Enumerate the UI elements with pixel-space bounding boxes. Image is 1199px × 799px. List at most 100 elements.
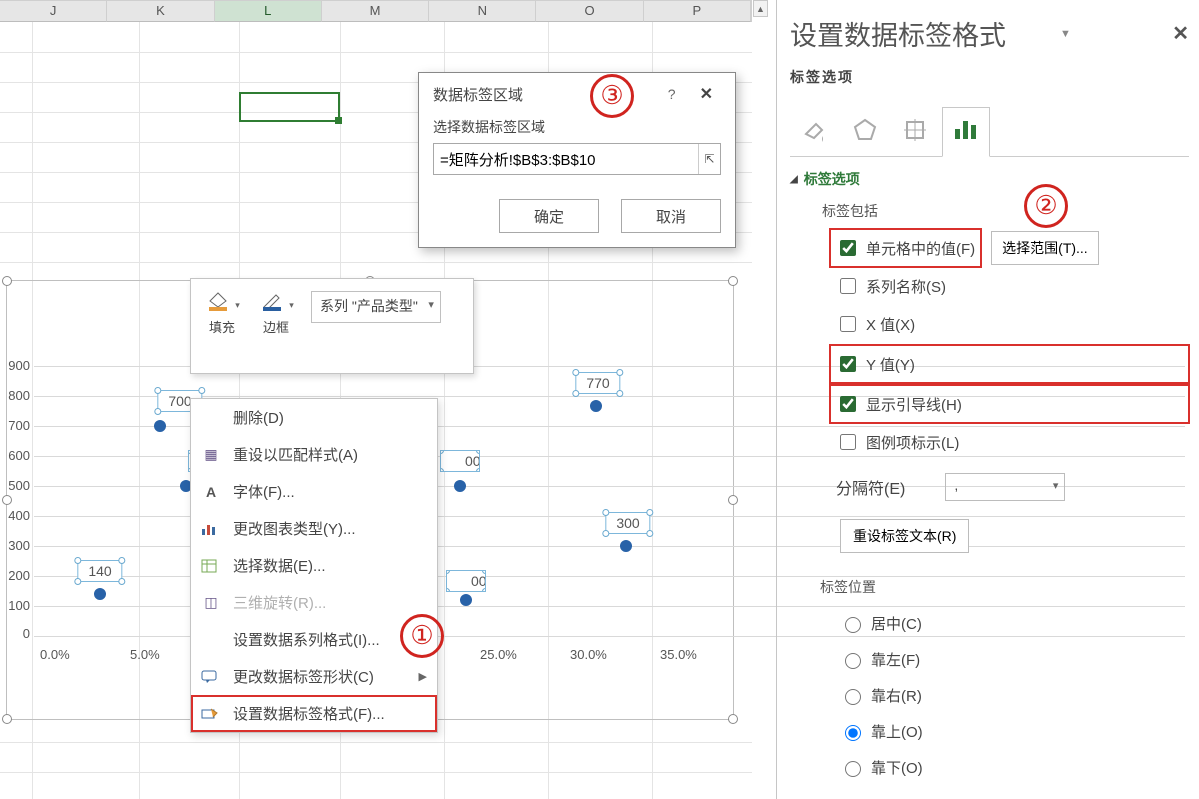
x-tick: 30.0% <box>570 647 607 662</box>
panel-title: 设置数据标签格式 <box>790 14 1006 53</box>
format-labels-icon <box>201 707 221 721</box>
annotation-ring-2: ② <box>1024 184 1068 228</box>
section-label-options[interactable]: ◢标签选项 <box>790 169 1189 189</box>
size-properties-icon[interactable] <box>902 117 928 143</box>
vertical-divider <box>776 0 777 799</box>
effects-icon[interactable] <box>852 117 878 143</box>
label-options-icon[interactable] <box>952 117 980 143</box>
chart-type-icon <box>201 522 221 536</box>
separator-label: 分隔符(E) <box>836 475 905 499</box>
data-point[interactable] <box>454 480 466 492</box>
data-point[interactable] <box>94 588 106 600</box>
dialog-help-icon[interactable]: ? <box>662 82 682 106</box>
pos-left[interactable]: 靠左(F) <box>840 641 1189 677</box>
data-point[interactable] <box>154 420 166 432</box>
data-label[interactable]: 300 <box>605 512 650 534</box>
ok-button[interactable]: 确定 <box>499 199 599 233</box>
pos-center[interactable]: 居中(C) <box>840 605 1189 641</box>
col-M[interactable]: M <box>322 0 429 22</box>
chart-handle[interactable] <box>728 276 738 286</box>
data-label-range-dialog: 数据标签区域 ? ✕ 选择数据标签区域 ⇱ 确定 取消 <box>418 72 736 248</box>
label-contains-header: 标签包括 <box>822 201 1189 221</box>
select-data-icon <box>201 559 221 573</box>
data-label[interactable]: 140 <box>77 560 122 582</box>
col-K[interactable]: K <box>107 0 214 22</box>
x-tick: 0.0% <box>40 647 70 662</box>
y-tick: 0 <box>0 626 30 641</box>
ctx-3d-rotate: ◫三维旋转(R)... <box>191 584 437 621</box>
ctx-select-data[interactable]: 选择数据(E)... <box>191 547 437 584</box>
submenu-arrow-icon: ▶ <box>419 670 427 683</box>
selected-cell[interactable] <box>239 92 340 122</box>
format-data-labels-panel: 设置数据标签格式 ▼ ✕ 标签选项 ◢标签选项 标签包括 单元格中的值(F) 选… <box>790 0 1199 799</box>
y-tick: 300 <box>0 538 30 553</box>
chk-y-value[interactable]: Y 值(Y) <box>830 345 1189 383</box>
ctx-reset-style[interactable]: ▦重设以匹配样式(A) <box>191 436 437 473</box>
panel-close-icon[interactable]: ✕ <box>1172 21 1189 46</box>
chk-series-name[interactable]: 系列名称(S) <box>836 267 1189 305</box>
y-tick: 900 <box>0 358 30 373</box>
range-input-wrapper: ⇱ <box>433 143 721 175</box>
font-icon: A <box>201 484 221 500</box>
reset-label-text-button[interactable]: 重设标签文本(R) <box>840 519 969 553</box>
fill-button[interactable]: ▾ 填充 <box>197 285 247 336</box>
chk-legend-key[interactable]: 图例项标示(L) <box>836 423 1189 461</box>
rotate-3d-icon: ◫ <box>201 594 221 611</box>
range-input[interactable] <box>434 151 698 168</box>
pos-below[interactable]: 靠下(O) <box>840 749 1189 785</box>
ctx-format-data-labels[interactable]: 设置数据标签格式(F)... <box>191 695 437 732</box>
chk-cell-value[interactable]: 单元格中的值(F) <box>830 229 981 267</box>
chart-handle[interactable] <box>728 714 738 724</box>
dialog-title: 数据标签区域 <box>433 84 523 105</box>
y-tick: 100 <box>0 598 30 613</box>
col-P[interactable]: P <box>644 0 751 22</box>
col-N[interactable]: N <box>429 0 536 22</box>
reset-style-icon: ▦ <box>201 446 221 463</box>
ctx-change-chart-type[interactable]: 更改图表类型(Y)... <box>191 510 437 547</box>
label-position-header: 标签位置 <box>820 577 1189 597</box>
dialog-close-icon[interactable]: ✕ <box>692 80 721 108</box>
annotation-ring-1: ① <box>400 614 444 658</box>
data-label[interactable]: 770 <box>575 372 620 394</box>
panel-category-row <box>790 103 1189 157</box>
panel-options-dropdown-icon[interactable]: ▼ <box>1060 28 1071 40</box>
y-tick: 700 <box>0 418 30 433</box>
select-range-button[interactable]: 选择范围(T)... <box>991 231 1099 265</box>
x-tick: 5.0% <box>130 647 160 662</box>
y-tick: 600 <box>0 448 30 463</box>
mini-toolbar: ▾ 填充 ▾ 边框 系列 "产品类型" <box>190 278 474 374</box>
col-J[interactable]: J <box>0 0 107 22</box>
fill-line-icon[interactable] <box>800 116 828 144</box>
separator-select[interactable]: , <box>945 473 1065 501</box>
ctx-font[interactable]: A字体(F)... <box>191 473 437 510</box>
chart-handle[interactable] <box>2 495 12 505</box>
ctx-delete[interactable]: 删除(D) <box>191 399 437 436</box>
scroll-up-button[interactable]: ▲ <box>753 0 768 17</box>
paint-bucket-icon <box>204 287 232 311</box>
cancel-button[interactable]: 取消 <box>621 199 721 233</box>
x-tick: 25.0% <box>480 647 517 662</box>
data-label[interactable]: 00 <box>446 570 486 592</box>
panel-tab[interactable]: 标签选项 <box>790 67 1189 87</box>
data-point[interactable] <box>460 594 472 606</box>
series-select[interactable]: 系列 "产品类型" <box>311 291 441 323</box>
pos-right[interactable]: 靠右(R) <box>840 677 1189 713</box>
data-point[interactable] <box>620 540 632 552</box>
pos-above[interactable]: 靠上(O) <box>840 713 1189 749</box>
y-tick: 500 <box>0 478 30 493</box>
data-label[interactable]: 00 <box>440 450 480 472</box>
chk-x-value[interactable]: X 值(X) <box>836 305 1189 343</box>
fill-handle[interactable] <box>335 117 342 124</box>
ctx-change-label-shape[interactable]: 更改数据标签形状(C)▶ <box>191 658 437 695</box>
col-O[interactable]: O <box>536 0 643 22</box>
y-tick: 400 <box>0 508 30 523</box>
border-button[interactable]: ▾ 边框 <box>251 285 301 336</box>
data-point[interactable] <box>590 400 602 412</box>
chart-handle[interactable] <box>728 495 738 505</box>
label-shape-icon <box>201 670 221 684</box>
chart-handle[interactable] <box>2 714 12 724</box>
chart-handle[interactable] <box>2 276 12 286</box>
col-L[interactable]: L <box>215 0 322 22</box>
collapse-dialog-icon[interactable]: ⇱ <box>698 144 720 174</box>
chk-leader-lines[interactable]: 显示引导线(H) <box>830 385 1189 423</box>
